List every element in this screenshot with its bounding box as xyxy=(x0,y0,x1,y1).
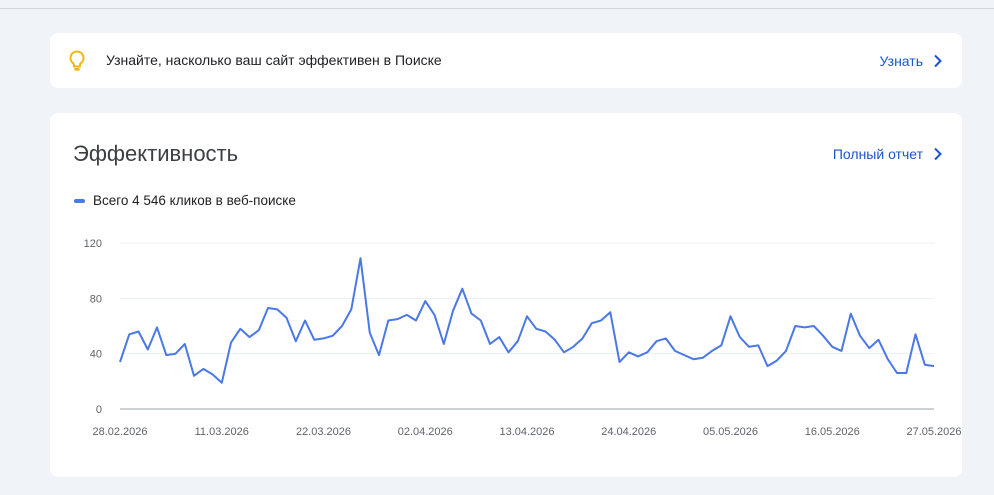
y-tick-label: 40 xyxy=(90,349,102,361)
x-tick-label: 27.05.2026 xyxy=(906,426,961,438)
learn-more-label: Узнать xyxy=(879,53,923,69)
x-tick-label: 16.05.2026 xyxy=(805,426,860,438)
y-tick-label: 0 xyxy=(96,404,102,416)
legend-label: Всего 4 546 кликов в веб-поиске xyxy=(93,193,296,208)
x-tick-label: 05.05.2026 xyxy=(703,426,758,438)
chevron-right-icon xyxy=(934,54,942,68)
chart-legend: Всего 4 546 кликов в веб-поиске xyxy=(74,193,296,208)
full-report-label: Полный отчет xyxy=(832,146,923,162)
lightbulb-icon xyxy=(69,50,85,71)
x-tick-label: 28.02.2026 xyxy=(92,426,147,438)
x-tick-label: 24.04.2026 xyxy=(601,426,656,438)
legend-swatch xyxy=(74,198,85,203)
y-tick-label: 120 xyxy=(84,238,102,250)
performance-card: 0 40 80 120 28.02.2026 11.03.2026 22.03.2026 02… xyxy=(50,113,962,477)
full-report-link[interactable]: Полный отчет xyxy=(833,146,942,162)
x-tick-label: 11.03.2026 xyxy=(195,426,249,438)
top-divider xyxy=(0,0,994,9)
banner-text: Узнайте, насколько ваш сайт эффективен в… xyxy=(106,52,442,68)
clicks-series-line xyxy=(119,257,935,384)
performance-chart: 0 40 80 120 28.02.2026 11.03.2026 22.03.2026 02… xyxy=(84,238,962,438)
x-tick-label: 22.03.2026 xyxy=(296,426,351,438)
y-tick-label: 80 xyxy=(90,293,102,305)
learn-more-link[interactable]: Узнать xyxy=(880,53,942,69)
x-tick-label: 13.04.2026 xyxy=(499,426,554,438)
x-tick-label: 02.04.2026 xyxy=(398,426,453,438)
insight-banner: Узнайте, насколько ваш сайт эффективен в… xyxy=(50,33,962,88)
performance-title: Эффективность xyxy=(73,141,239,166)
chevron-right-icon xyxy=(934,147,942,161)
